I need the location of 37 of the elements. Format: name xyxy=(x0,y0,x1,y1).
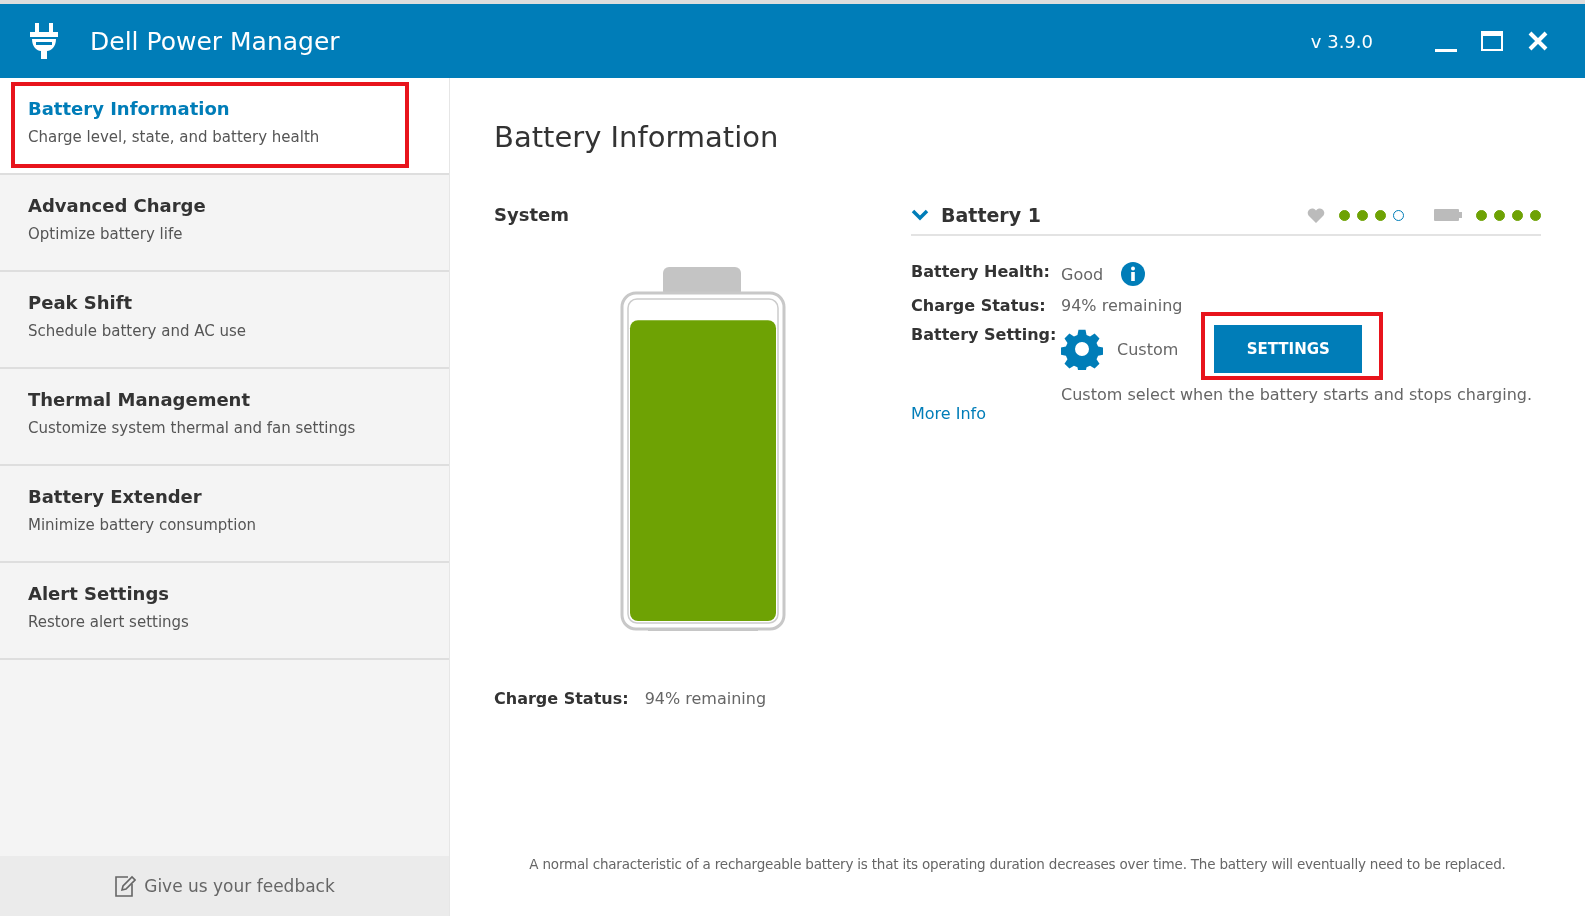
close-icon xyxy=(1528,31,1548,51)
field-label: Battery Setting: xyxy=(911,325,1058,346)
field-value: Good xyxy=(1061,264,1104,284)
sidebar-item[interactable]: Battery Information Charge level, state, and battery health xyxy=(0,78,449,175)
page-title: Battery Information xyxy=(494,120,780,154)
heart-icon xyxy=(1307,207,1325,223)
chevron-down-icon[interactable] xyxy=(911,209,929,221)
gear-icon xyxy=(1061,328,1103,370)
filled-dot xyxy=(1357,209,1368,221)
info-icon[interactable] xyxy=(1121,262,1146,286)
filled-dot xyxy=(1476,209,1487,221)
maximize-icon xyxy=(1481,31,1503,51)
field-value: 94% remaining xyxy=(644,689,767,708)
field-label: Charge Status: xyxy=(494,689,629,708)
footer-note: A normal characteristic of a rechargeable battery is that its operating duration decreases over time. The battery will eventually need to be replaced. xyxy=(528,856,1507,874)
setting-description: Custom select when the battery starts and stops charging. xyxy=(1061,385,1533,404)
plug-icon xyxy=(28,23,60,59)
field-label: Battery Health: xyxy=(911,262,1051,283)
filled-dot xyxy=(1375,209,1386,221)
field-value: Custom xyxy=(1117,339,1179,359)
edit-icon xyxy=(114,874,137,898)
battery-icon xyxy=(1434,209,1462,221)
battery-name: Battery 1 xyxy=(941,204,1042,226)
feedback-button[interactable]: Give us your feedback xyxy=(0,856,449,916)
field-value: 94% remaining xyxy=(1061,296,1184,315)
version-label: v 3.9.0 xyxy=(1310,30,1373,52)
minimize-icon xyxy=(1435,48,1457,52)
section-heading: System xyxy=(494,204,570,225)
window-title: Dell Power Manager xyxy=(90,26,341,56)
maximize-button[interactable] xyxy=(1479,28,1505,54)
filled-dot xyxy=(1530,209,1541,221)
filled-dot xyxy=(1339,209,1350,221)
settings-button[interactable]: SETTINGS xyxy=(1214,325,1363,373)
filled-dot xyxy=(1512,209,1523,221)
more-info-link[interactable]: More Info xyxy=(911,404,987,423)
filled-dot xyxy=(1494,209,1505,221)
field-label: Charge Status: xyxy=(911,296,1047,315)
